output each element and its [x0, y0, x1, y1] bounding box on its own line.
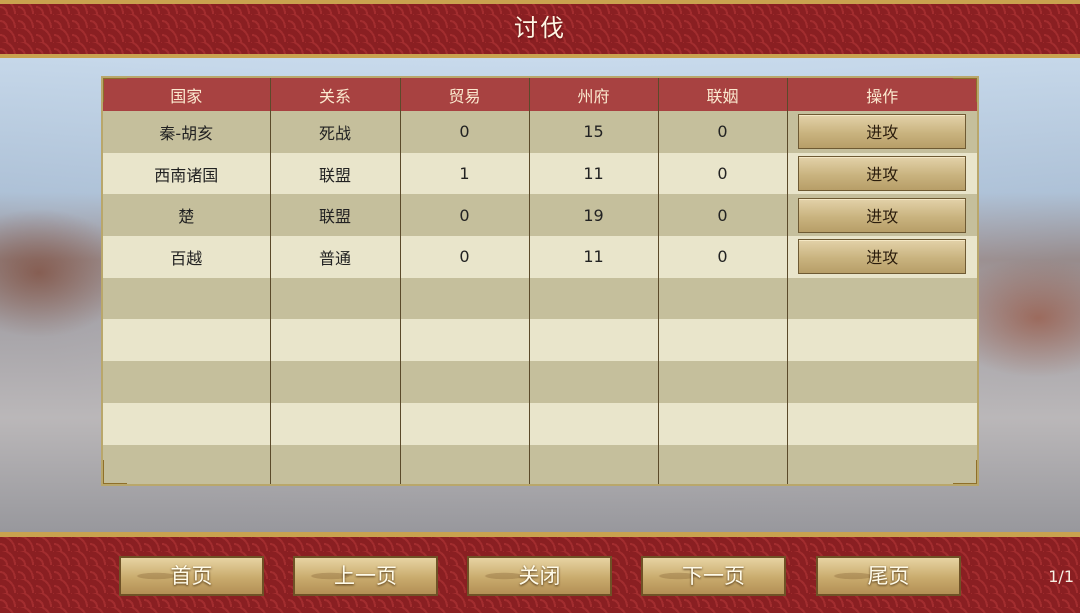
- cell-trade: 0: [400, 194, 530, 237]
- corner-ornament-icon: [103, 78, 127, 102]
- table-row: 西南诸国 联盟 1 11 0 进攻: [103, 152, 977, 195]
- cell-country: 西南诸国: [103, 152, 271, 195]
- cell-trade: 0: [400, 111, 530, 153]
- cell-trade: 1: [400, 152, 530, 195]
- cell-marriage: 0: [658, 111, 788, 153]
- table-row: 楚 联盟 0 19 0 进攻: [103, 194, 977, 237]
- attack-button[interactable]: 进攻: [798, 239, 967, 275]
- column-header-relation: 关系: [270, 78, 401, 111]
- prev-page-button[interactable]: 上一页: [293, 556, 438, 596]
- cell-marriage: 0: [658, 194, 788, 237]
- empty-table-row: [103, 402, 977, 445]
- cell-prefectures: 19: [529, 194, 659, 237]
- nations-table-panel: 国家 关系 贸易 州府 联姻 操作 秦-胡亥 死战 0 15 0 进攻 西南诸国…: [101, 76, 979, 486]
- empty-table-row: [103, 319, 977, 362]
- attack-button[interactable]: 进攻: [798, 197, 967, 233]
- corner-ornament-icon: [953, 460, 977, 484]
- close-button[interactable]: 关闭: [467, 556, 612, 596]
- cell-marriage: 0: [658, 152, 788, 195]
- cell-prefectures: 15: [529, 111, 659, 153]
- column-header-trade: 贸易: [400, 78, 530, 111]
- cell-country: 秦-胡亥: [103, 111, 271, 153]
- empty-table-row: [103, 277, 977, 320]
- cell-relation: 联盟: [270, 152, 401, 195]
- cell-country: 百越: [103, 236, 271, 278]
- cell-country: 楚: [103, 194, 271, 237]
- cell-action: 进攻: [787, 111, 977, 153]
- table-row: 百越 普通 0 11 0 进攻: [103, 236, 977, 278]
- column-header-prefectures: 州府: [529, 78, 659, 111]
- first-page-button[interactable]: 首页: [119, 556, 264, 596]
- next-page-button[interactable]: 下一页: [641, 556, 786, 596]
- cell-relation: 普通: [270, 236, 401, 278]
- empty-table-row: [103, 361, 977, 403]
- attack-button[interactable]: 进攻: [798, 156, 967, 192]
- cell-action: 进攻: [787, 194, 977, 237]
- title-banner: 讨伐: [0, 0, 1080, 58]
- column-header-marriage: 联姻: [658, 78, 788, 111]
- last-page-button[interactable]: 尾页: [816, 556, 961, 596]
- nations-table: 国家 关系 贸易 州府 联姻 操作 秦-胡亥 死战 0 15 0 进攻 西南诸国…: [103, 78, 977, 484]
- corner-ornament-icon: [103, 460, 127, 484]
- page-title: 讨伐: [514, 14, 566, 42]
- empty-table-row: [103, 444, 977, 484]
- cell-action: 进攻: [787, 236, 977, 278]
- table-header-row: 国家 关系 贸易 州府 联姻 操作: [103, 78, 977, 111]
- column-header-country: 国家: [103, 78, 271, 111]
- cell-prefectures: 11: [529, 236, 659, 278]
- cell-prefectures: 11: [529, 152, 659, 195]
- corner-ornament-icon: [953, 78, 977, 102]
- table-row: 秦-胡亥 死战 0 15 0 进攻: [103, 111, 977, 153]
- cell-action: 进攻: [787, 152, 977, 195]
- column-header-action: 操作: [787, 78, 977, 111]
- cell-marriage: 0: [658, 236, 788, 278]
- page-indicator: 1/1: [1048, 567, 1074, 586]
- cell-relation: 死战: [270, 111, 401, 153]
- cell-trade: 0: [400, 236, 530, 278]
- attack-button[interactable]: 进攻: [798, 114, 967, 150]
- cell-relation: 联盟: [270, 194, 401, 237]
